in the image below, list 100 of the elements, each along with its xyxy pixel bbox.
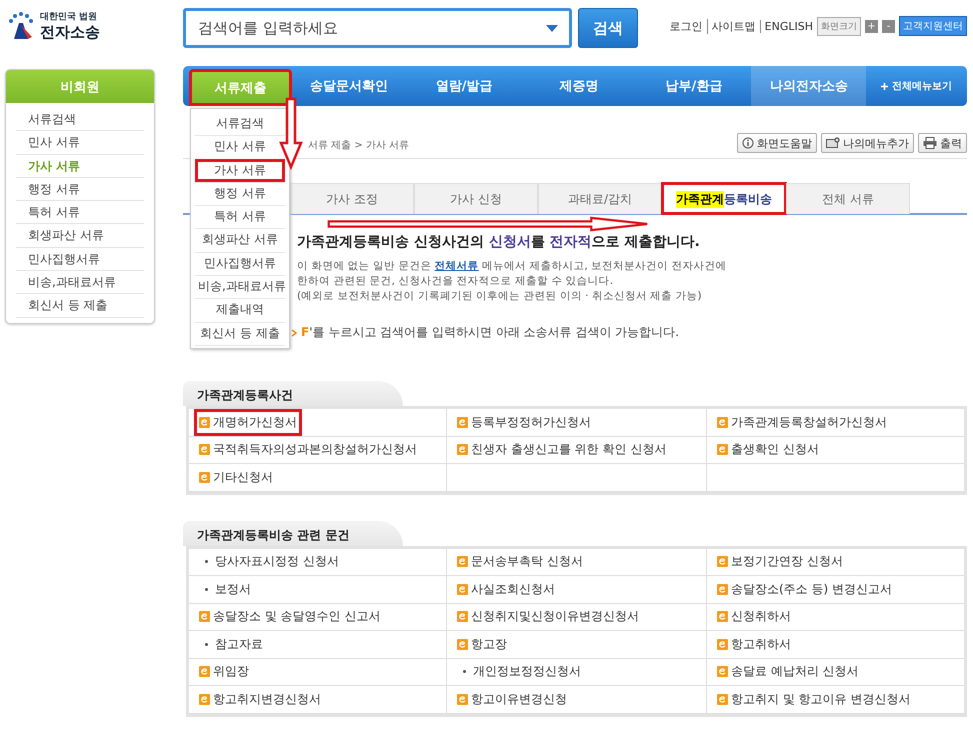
document-link[interactable]: 보정기간연장 신청서 [715,551,845,572]
toolbar-button[interactable]: 출력 [918,133,967,153]
document-link[interactable]: 기타신청서 [197,466,275,488]
sidebar-item[interactable]: 행정 서류 [16,178,144,202]
document-icon [457,638,468,650]
dropdown-caret-icon[interactable] [546,25,558,32]
document-link[interactable]: 항고취하서 [715,634,793,655]
top-link[interactable]: 로그인 [666,18,703,34]
document-icon [457,556,468,568]
chevron-icon [291,328,297,336]
document-link[interactable]: 출생확인 신청서 [715,439,821,460]
document-icon [199,416,210,428]
menu-item[interactable]: 비송,과태료서류 [195,275,285,298]
nav-tab[interactable]: 열람/발급 [406,66,522,106]
bullet-icon [205,560,208,564]
zoom-in-button[interactable]: + [865,20,878,32]
all-menu-link[interactable]: 전체메뉴보기 [866,66,968,106]
logo-icon [6,11,36,41]
menu-item[interactable]: 가사 서류 [195,158,285,182]
document-icon [199,611,210,622]
document-icon [457,444,468,456]
section-title: 가족관계등록사건 [183,381,403,406]
sub-tab[interactable]: 전체 서류 [786,183,910,214]
document-link[interactable]: 가족관계등록창설허가신청서 [715,412,889,433]
document-icon [717,694,728,705]
document-icon [199,666,210,678]
document-link[interactable]: 송달장소(주소 등) 변경신고서 [715,578,894,600]
document-link[interactable]: 송달료 예납처리 신청서 [715,661,861,682]
document-link[interactable]: 사실조회신청서 [455,578,557,600]
all-documents-link[interactable]: 전체서류 [434,260,479,272]
document-link[interactable]: 신청취지및신청이유변경신청서 [455,606,641,628]
document-link[interactable]: 개명허가신청서 [197,412,299,433]
intro-heading: 가족관계등록비송 신청사건의 신청서를 전자적으로 제출합니다. [297,233,701,251]
folder-plus-icon [826,137,840,149]
sidebar-item[interactable]: 회신서 등 제출 [16,294,144,318]
document-link[interactable]: 항고취지변경신청서 [197,688,323,710]
logo-subtitle: 대한민국 법원 [40,11,98,23]
document-link[interactable]: 보정서 [197,578,253,600]
menu-item[interactable]: 서류검색 [195,112,285,136]
document-link[interactable]: 항고장 [455,634,509,655]
sidebar-item[interactable]: 민사 서류 [16,131,144,155]
document-icon [199,444,210,456]
document-link[interactable]: 등록부정정허가신청서 [455,412,593,433]
toolbar-button[interactable]: 나의메뉴추가 [821,133,914,153]
plus-icon [881,82,888,90]
sidebar-item[interactable]: 서류검색 [16,108,144,132]
toolbar-button[interactable]: 화면도움말 [737,133,817,153]
document-link[interactable]: 국적취득자의성과본의창설허가신청서 [197,439,419,460]
document-link[interactable]: 신청취하서 [715,606,793,628]
menu-item[interactable]: 민사 서류 [195,135,285,159]
nav-tab[interactable]: 납부/환급 [636,66,752,106]
document-link[interactable]: 당사자표시정정 신청서 [197,551,341,572]
print-icon [923,137,937,149]
menu-item[interactable]: 회신서 등 제출 [195,322,285,345]
sub-tab[interactable]: 과태료/감치 [538,183,662,214]
sidebar-item[interactable]: 비송,과태료서류 [16,271,144,294]
document-link[interactable]: 항고취지 및 항고이유 변경신청서 [715,688,912,710]
font-size-label: 화면크기 [817,16,861,36]
nav-tab[interactable]: 송달문서확인 [292,66,407,106]
document-icon [717,416,728,428]
document-icon [457,416,468,428]
document-icon [717,444,728,456]
sidebar-title: 비회원 [6,70,154,103]
document-icon [717,666,728,678]
document-icon [199,694,210,705]
breadcrumb: 서류 제출 > 가사 서류 [308,139,410,152]
sidebar-item[interactable]: 회생파산 서류 [16,224,144,248]
document-link[interactable]: 문서송부촉탁 신청서 [455,551,585,572]
sub-tab[interactable]: 가사 조정 [290,183,414,214]
document-link[interactable]: 송달장소 및 송달영수인 신고서 [197,606,382,628]
search-field[interactable]: 검색어를 입력하세요 [183,8,572,48]
top-link[interactable]: 사이트맵 [706,18,756,34]
search-button[interactable]: 검색 [578,8,638,48]
menu-item[interactable]: 행정 서류 [195,182,285,206]
menu-item[interactable]: 제출내역 [195,298,285,322]
zoom-out-button[interactable]: - [882,20,895,32]
document-icon [717,584,728,595]
sidebar-item[interactable]: 민사집행서류 [16,248,144,272]
top-link[interactable]: ENGLISH [760,20,813,32]
document-icon [717,638,728,650]
nav-tab[interactable]: 제증명 [522,66,636,106]
document-link[interactable]: 개인정보정정신청서 [455,661,583,682]
document-link[interactable]: 친생자 출생신고를 위한 확인 신청서 [455,439,668,460]
document-link[interactable]: 위임장 [197,661,251,682]
section-title: 가족관계등록비송 관련 문건 [183,520,403,546]
document-icon [457,584,468,595]
search-tip: F'를 누르시고 검색어를 입력하시면 아래 소송서류 검색이 가능합니다. [301,324,680,341]
sidebar-item[interactable]: 특허 서류 [16,201,144,224]
document-icon [457,611,468,622]
sub-tab[interactable]: 가족관계등록비송 [662,183,786,214]
bullet-icon [205,588,208,591]
document-link[interactable]: 항고이유변경신청 [455,688,569,710]
menu-item[interactable]: 회생파산 서류 [195,228,285,252]
info-icon [742,137,754,149]
menu-item[interactable]: 민사집행서류 [195,252,285,276]
bullet-icon [463,670,466,674]
document-icon [717,611,728,622]
menu-item[interactable]: 특허 서류 [195,205,285,228]
sub-tab[interactable]: 가사 신청 [414,183,538,214]
document-link[interactable]: 참고자료 [197,634,265,655]
